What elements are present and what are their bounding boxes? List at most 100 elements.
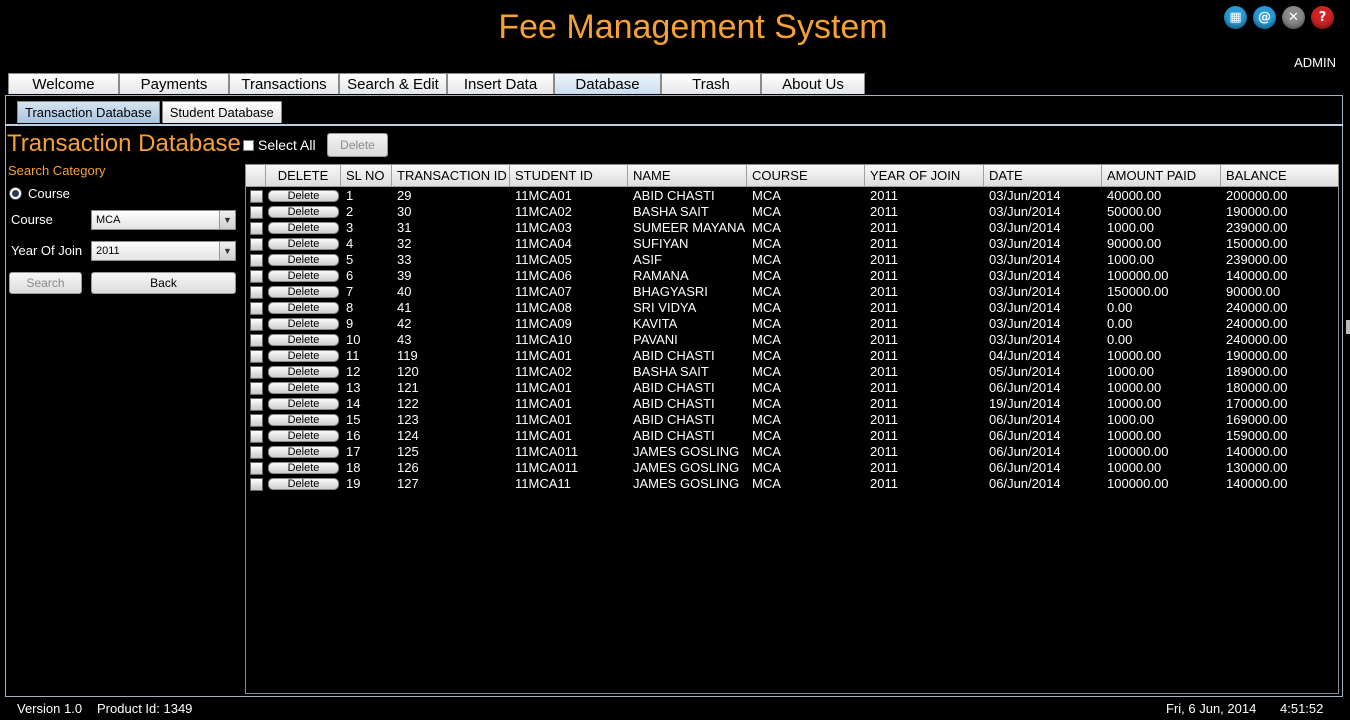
row-checkbox[interactable] [249, 221, 263, 235]
tab-transactions[interactable]: Transactions [229, 73, 339, 94]
table-row[interactable]: Delete 18 126 11MCA011 JAMES GOSLING MCA 2011 0… [246, 460, 1338, 476]
row-checkbox[interactable] [249, 333, 263, 347]
course-select[interactable]: MCA ▼ [91, 210, 236, 230]
row-delete-button[interactable]: Delete [268, 254, 339, 266]
row-checkbox[interactable] [249, 397, 263, 411]
row-checkbox[interactable] [249, 429, 263, 443]
row-checkbox[interactable] [249, 477, 263, 491]
row-delete-button[interactable]: Delete [268, 238, 339, 250]
table-row[interactable]: Delete 1 29 11MCA01 ABID CHASTI MCA 2011 03/Jun… [246, 188, 1338, 204]
row-checkbox[interactable] [249, 381, 263, 395]
row-checkbox[interactable] [249, 365, 263, 379]
row-checkbox[interactable] [249, 301, 263, 315]
tab-payments[interactable]: Payments [119, 73, 229, 94]
tab-trash[interactable]: Trash [661, 73, 761, 94]
table-row[interactable]: Delete 10 43 11MCA10 PAVANI MCA 2011 03/Jun/201… [246, 332, 1338, 348]
row-delete-button[interactable]: Delete [268, 222, 339, 234]
tab-database[interactable]: Database [554, 73, 661, 94]
row-delete-button[interactable]: Delete [268, 414, 339, 426]
column-header[interactable]: SL NO [341, 165, 392, 187]
row-delete-button[interactable]: Delete [268, 302, 339, 314]
row-delete-button[interactable]: Delete [268, 462, 339, 474]
column-header[interactable]: YEAR OF JOIN [865, 165, 984, 187]
row-delete-button[interactable]: Delete [268, 190, 339, 202]
row-delete-button[interactable]: Delete [268, 270, 339, 282]
row-checkbox[interactable] [249, 205, 263, 219]
row-checkbox-cell [246, 460, 266, 476]
tab-about-us[interactable]: About Us [761, 73, 865, 94]
year-of-join-select[interactable]: 2011 ▼ [91, 241, 236, 261]
row-delete-button[interactable]: Delete [268, 446, 339, 458]
row-checkbox[interactable] [249, 349, 263, 363]
help-icon[interactable]: ? [1311, 6, 1334, 29]
table-row[interactable]: Delete 17 125 11MCA011 JAMES GOSLING MCA 2011 0… [246, 444, 1338, 460]
row-delete-button[interactable]: Delete [268, 318, 339, 330]
row-checkbox[interactable] [249, 253, 263, 267]
select-all[interactable]: Select All [243, 137, 316, 153]
column-header[interactable]: TRANSACTION ID [392, 165, 510, 187]
row-delete-button[interactable]: Delete [268, 350, 339, 362]
back-button[interactable]: Back [91, 272, 236, 294]
table-row[interactable]: Delete 3 31 11MCA03 SUMEER MAYANA MCA 2011 03/J… [246, 220, 1338, 236]
table-row[interactable]: Delete 8 41 11MCA08 SRI VIDYA MCA 2011 03/Jun/2… [246, 300, 1338, 316]
table-row[interactable]: Delete 6 39 11MCA06 RAMANA MCA 2011 03/Jun/2014… [246, 268, 1338, 284]
table-row[interactable]: Delete 16 124 11MCA01 ABID CHASTI MCA 2011 06/J… [246, 428, 1338, 444]
grid-icon[interactable]: ▦ [1224, 6, 1247, 29]
row-checkbox[interactable] [249, 461, 263, 475]
tab-student-database[interactable]: Student Database [161, 101, 282, 123]
column-header[interactable]: BALANCE [1221, 165, 1338, 187]
row-delete-button[interactable]: Delete [268, 334, 339, 346]
table-row[interactable]: Delete 4 32 11MCA04 SUFIYAN MCA 2011 03/Jun/201… [246, 236, 1338, 252]
row-checkbox[interactable] [249, 445, 263, 459]
select-all-checkbox[interactable] [243, 139, 254, 151]
close-icon[interactable]: ✕ [1282, 6, 1305, 29]
row-delete-button[interactable]: Delete [268, 366, 339, 378]
column-header[interactable]: AMOUNT PAID [1102, 165, 1221, 187]
row-delete-button[interactable]: Delete [268, 398, 339, 410]
column-header[interactable]: NAME [628, 165, 747, 187]
table-cell: 11MCA01 [515, 428, 572, 443]
column-header[interactable]: STUDENT ID [510, 165, 628, 187]
row-checkbox[interactable] [249, 413, 263, 427]
row-checkbox[interactable] [249, 285, 263, 299]
table-cell: 2011 [870, 220, 898, 235]
row-delete-button[interactable]: Delete [268, 430, 339, 442]
chevron-down-icon[interactable]: ▼ [219, 211, 235, 229]
table-cell: 1000.00 [1107, 412, 1154, 427]
row-delete-button[interactable]: Delete [268, 206, 339, 218]
column-header[interactable]: DATE [984, 165, 1102, 187]
table-row[interactable]: Delete 7 40 11MCA07 BHAGYASRI MCA 2011 03/Jun/2… [246, 284, 1338, 300]
tab-welcome[interactable]: Welcome [8, 73, 119, 94]
course-radio[interactable]: Course [9, 186, 70, 201]
tab-search-edit[interactable]: Search & Edit [339, 73, 447, 94]
product-id-text: Product Id: 1349 [97, 701, 193, 716]
chevron-down-icon[interactable]: ▼ [219, 242, 235, 260]
row-checkbox[interactable] [249, 317, 263, 331]
column-header[interactable]: COURSE [747, 165, 865, 187]
row-checkbox[interactable] [249, 189, 263, 203]
tab-insert-data[interactable]: Insert Data [447, 73, 554, 94]
row-delete-button[interactable]: Delete [268, 382, 339, 394]
column-header[interactable]: DELETE [266, 165, 341, 187]
table-row[interactable]: Delete 5 33 11MCA05 ASIF MCA 2011 03/Jun/2014 10… [246, 252, 1338, 268]
at-icon[interactable]: @ [1253, 6, 1276, 29]
radio-button[interactable] [9, 187, 22, 200]
row-checkbox[interactable] [249, 237, 263, 251]
table-row[interactable]: Delete 13 121 11MCA01 ABID CHASTI MCA 2011 06/J… [246, 380, 1338, 396]
table-row[interactable]: Delete 19 127 11MCA11 JAMES GOSLING MCA 2011 06… [246, 476, 1338, 492]
table-row[interactable]: Delete 11 119 11MCA01 ABID CHASTI MCA 2011 04/J… [246, 348, 1338, 364]
search-button[interactable]: Search [9, 272, 82, 294]
table-row[interactable]: Delete 15 123 11MCA01 ABID CHASTI MCA 2011 06/J… [246, 412, 1338, 428]
table-row[interactable]: Delete 9 42 11MCA09 KAVITA MCA 2011 03/Jun/2014… [246, 316, 1338, 332]
delete-selected-button[interactable]: Delete [327, 133, 388, 157]
table-row[interactable]: Delete 2 30 11MCA02 BASHA SAIT MCA 2011 03/Jun/… [246, 204, 1338, 220]
row-checkbox[interactable] [249, 269, 263, 283]
row-delete-button[interactable]: Delete [268, 478, 339, 490]
row-delete-button[interactable]: Delete [268, 286, 339, 298]
tab-transaction-database[interactable]: Transaction Database [17, 101, 160, 123]
table-row[interactable]: Delete 12 120 11MCA02 BASHA SAIT MCA 2011 05/Ju… [246, 364, 1338, 380]
table-cell: 2011 [870, 460, 898, 475]
table-cell: 119 [397, 348, 418, 363]
table-row[interactable]: Delete 14 122 11MCA01 ABID CHASTI MCA 2011 19/J… [246, 396, 1338, 412]
scrollbar[interactable] [1346, 320, 1350, 334]
